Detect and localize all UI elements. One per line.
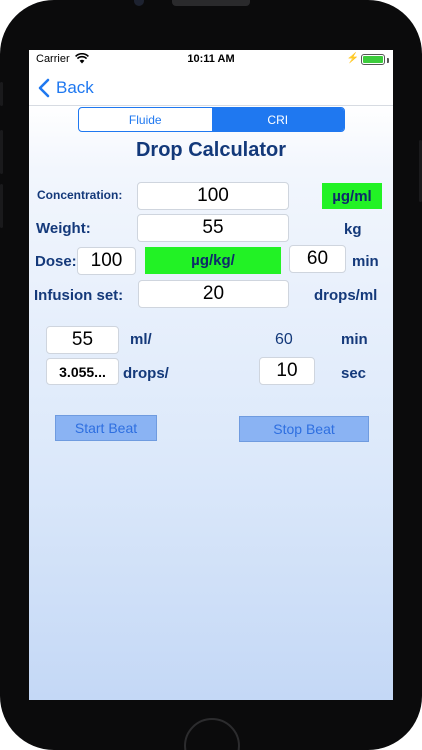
ml-rate-time-unit: min (341, 331, 368, 348)
mode-segmented-control: Fluide CRI (78, 107, 345, 132)
concentration-input[interactable]: 100 (137, 182, 289, 210)
battery-icon (361, 54, 385, 65)
infusion-set-unit: drops/ml (314, 287, 378, 304)
front-camera (134, 0, 144, 6)
home-button[interactable] (184, 718, 240, 750)
dose-time-unit: min (352, 253, 379, 270)
ml-rate-unit: ml/ (130, 331, 152, 348)
segment-cri[interactable]: CRI (211, 108, 344, 131)
screen: Carrier 10:11 AM ⚡ Back Fluide CRI Drop … (29, 50, 393, 700)
volume-down-button (0, 184, 3, 228)
drops-time-input[interactable]: 10 (259, 357, 315, 385)
concentration-label: Concentration: (37, 188, 123, 202)
weight-unit: kg (344, 221, 362, 238)
drops-time-unit: sec (341, 365, 367, 382)
back-button[interactable]: Back (38, 78, 94, 98)
drops-rate-unit: drops/ (123, 365, 169, 382)
back-label: Back (56, 78, 94, 97)
infusion-set-label: Infusion set: (34, 287, 124, 304)
navigation-bar: Back (29, 70, 393, 106)
status-bar: Carrier 10:11 AM ⚡ (29, 50, 393, 70)
ml-rate-time: 60 (275, 331, 293, 348)
battery-level (363, 56, 383, 63)
page-title: Drop Calculator (135, 139, 287, 161)
concentration-unit-selector[interactable]: µg/ml (322, 183, 382, 209)
dose-input[interactable]: 100 (77, 247, 136, 275)
status-time: 10:11 AM (187, 53, 235, 65)
weight-input[interactable]: 55 (137, 214, 289, 242)
dose-unit-selector[interactable]: µg/kg/ (145, 247, 281, 274)
infusion-set-input[interactable]: 20 (138, 280, 289, 308)
dose-label: Dose: (35, 253, 77, 270)
stop-beat-button[interactable]: Stop Beat (239, 416, 369, 442)
charging-icon: ⚡ (346, 53, 359, 64)
earpiece (172, 0, 250, 6)
phone-frame: Carrier 10:11 AM ⚡ Back Fluide CRI Drop … (0, 0, 422, 750)
ml-rate-output: 55 (46, 326, 119, 354)
weight-label: Weight: (36, 220, 91, 237)
dose-time-input[interactable]: 60 (289, 245, 346, 273)
mute-switch (0, 82, 3, 106)
start-beat-button[interactable]: Start Beat (55, 415, 157, 441)
battery-cap (387, 58, 389, 63)
segment-fluide[interactable]: Fluide (79, 108, 212, 131)
drops-rate-output: 3.055... (46, 358, 119, 385)
chevron-left-icon (38, 78, 50, 98)
volume-up-button (0, 130, 3, 174)
